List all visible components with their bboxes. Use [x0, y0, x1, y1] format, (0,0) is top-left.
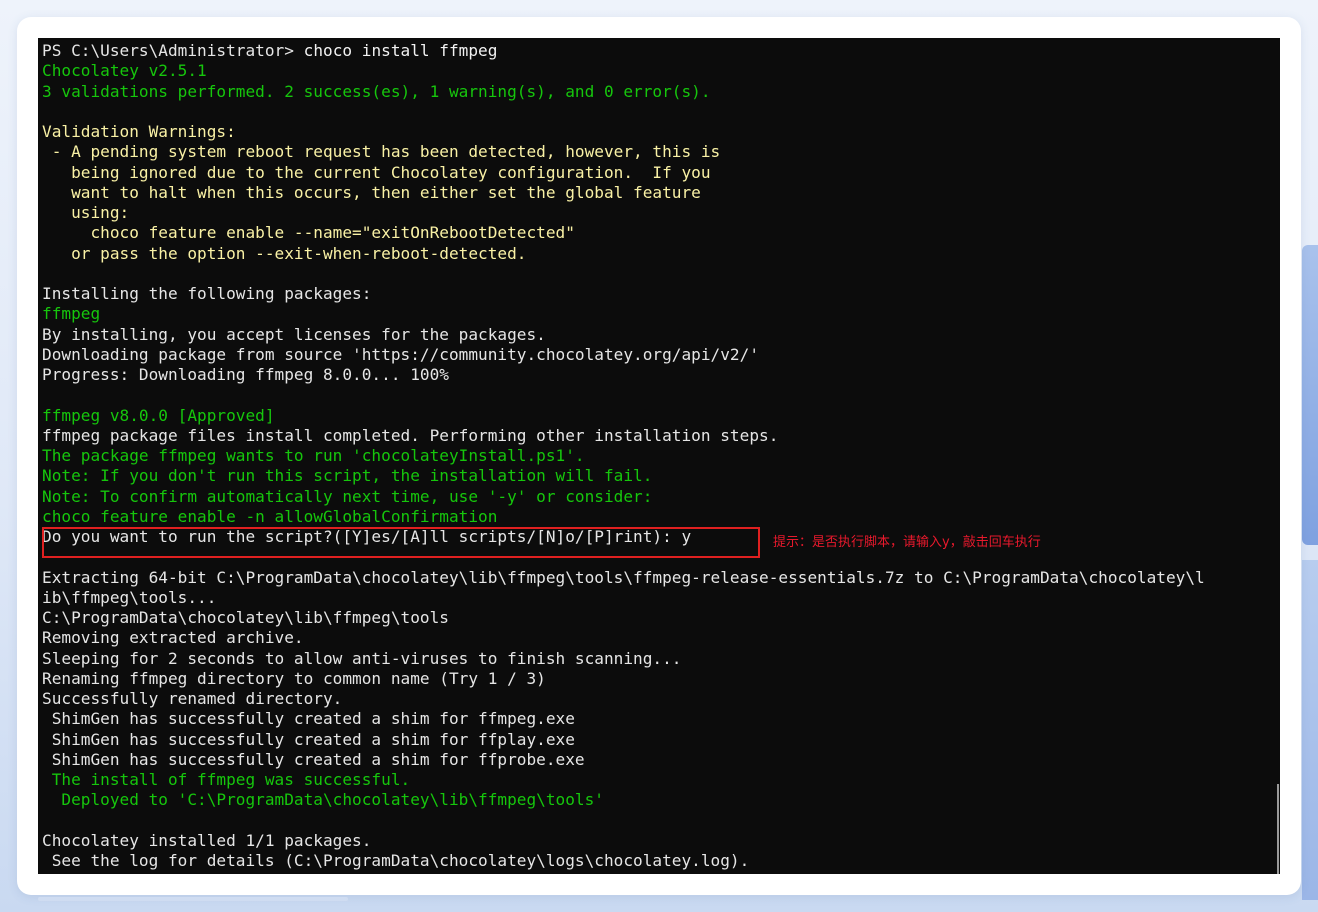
terminal-line-text: ffmpeg package files install completed. …: [42, 425, 779, 445]
terminal-command: choco install ffmpeg: [303, 41, 498, 60]
terminal-line: Chocolatey installed 1/1 packages.: [42, 831, 1272, 851]
background-accent: [1302, 245, 1318, 545]
terminal-line-text: Installing the following packages:: [42, 284, 372, 303]
terminal-line: using:: [42, 203, 1272, 223]
background-accent-lower: [1302, 560, 1318, 900]
terminal-line: Note: To confirm automatically next time…: [42, 487, 1272, 507]
terminal-line: Deployed to 'C:\ProgramData\chocolatey\l…: [42, 790, 1272, 810]
terminal-line-text: Removing extracted archive.: [42, 628, 304, 648]
horizontal-scrollbar[interactable]: [38, 897, 348, 901]
terminal-line: ShimGen has successfully created a shim …: [42, 750, 1272, 770]
terminal-line-text: or pass the option --exit-when-reboot-de…: [42, 243, 527, 263]
terminal-line: Validation Warnings:: [42, 122, 1272, 142]
terminal-line-text: C:\ProgramData\chocolatey\lib\ffmpeg\too…: [42, 608, 449, 627]
terminal-line-text: Successfully renamed directory.: [42, 689, 343, 708]
terminal-line-text: By installing, you accept licenses for t…: [42, 324, 546, 344]
terminal-line: ib\ffmpeg\tools...: [42, 588, 1272, 608]
terminal-line-text: Renaming ffmpeg directory to common name…: [42, 668, 546, 688]
terminal-line: choco feature enable -n allowGlobalConfi…: [42, 507, 1272, 527]
terminal-line: Chocolatey v2.5.1: [42, 61, 1272, 81]
terminal-output: PS C:\Users\Administrator> choco install…: [42, 41, 1272, 871]
terminal-line-text: being ignored due to the current Chocola…: [42, 162, 711, 182]
terminal-line-text: PS C:\Users\Administrator>: [42, 41, 304, 60]
terminal-line: Note: If you don't run this script, the …: [42, 466, 1272, 486]
terminal-line-text: Note: If you don't run this script, the …: [42, 466, 653, 486]
terminal-line: being ignored due to the current Chocola…: [42, 163, 1272, 183]
terminal-line-text: choco feature enable -n allowGlobalConfi…: [42, 506, 498, 526]
terminal-line: Do you want to run the script?([Y]es/[A]…: [42, 527, 1272, 547]
terminal-line: Renaming ffmpeg directory to common name…: [42, 669, 1272, 689]
powershell-terminal[interactable]: PS C:\Users\Administrator> choco install…: [38, 38, 1280, 874]
terminal-line: - A pending system reboot request has be…: [42, 142, 1272, 162]
terminal-line: PS C:\Users\Administrator> choco install…: [42, 41, 1272, 61]
terminal-line-text: Downloading package from source 'https:/…: [42, 344, 760, 364]
terminal-line: The install of ffmpeg was successful.: [42, 770, 1272, 790]
terminal-line: Successfully renamed directory.: [42, 689, 1272, 709]
terminal-scrollbar[interactable]: [1277, 784, 1279, 874]
terminal-line: want to halt when this occurs, then eith…: [42, 183, 1272, 203]
terminal-line: See the log for details (C:\ProgramData\…: [42, 851, 1272, 871]
terminal-line: The package ffmpeg wants to run 'chocola…: [42, 446, 1272, 466]
terminal-line: ShimGen has successfully created a shim …: [42, 730, 1272, 750]
terminal-line-text: See the log for details (C:\ProgramData\…: [42, 851, 750, 870]
terminal-line-text: want to halt when this occurs, then eith…: [42, 182, 701, 202]
annotation-hint: 提示：是否执行脚本，请输入y，敲击回车执行: [773, 535, 1041, 550]
terminal-line: C:\ProgramData\chocolatey\lib\ffmpeg\too…: [42, 608, 1272, 628]
terminal-line-text: Sleeping for 2 seconds to allow anti-vir…: [42, 648, 682, 668]
terminal-line-text: - A pending system reboot request has be…: [42, 142, 721, 162]
terminal-line-text: Chocolatey v2.5.1: [42, 61, 207, 81]
terminal-line-text: ffmpeg: [42, 304, 101, 324]
terminal-line-text: choco feature enable --name="exitOnReboo…: [42, 223, 575, 243]
terminal-line-text: The install of ffmpeg was successful.: [42, 770, 411, 789]
terminal-line-text: Validation Warnings:: [42, 122, 236, 141]
terminal-line-text: Note: To confirm automatically next time…: [42, 486, 653, 506]
terminal-line-text: using:: [42, 203, 130, 222]
terminal-line-text: Progress: Downloading ffmpeg 8.0.0... 10…: [42, 365, 449, 384]
terminal-line: or pass the option --exit-when-reboot-de…: [42, 244, 1272, 264]
terminal-line: By installing, you accept licenses for t…: [42, 325, 1272, 345]
terminal-line-text: Chocolatey installed 1/1 packages.: [42, 830, 372, 850]
terminal-line: Downloading package from source 'https:/…: [42, 345, 1272, 365]
terminal-line-text: ib\ffmpeg\tools...: [42, 587, 217, 607]
terminal-line: ffmpeg package files install completed. …: [42, 426, 1272, 446]
terminal-line-text: ShimGen has successfully created a shim …: [42, 749, 585, 769]
terminal-line: Extracting 64-bit C:\ProgramData\chocola…: [42, 568, 1272, 588]
terminal-line-text: ShimGen has successfully created a shim …: [42, 729, 575, 749]
terminal-line: Removing extracted archive.: [42, 628, 1272, 648]
terminal-line-text: Do you want to run the script?([Y]es/[A]…: [42, 527, 692, 546]
terminal-line: Progress: Downloading ffmpeg 8.0.0... 10…: [42, 365, 1272, 385]
terminal-line: 3 validations performed. 2 success(es), …: [42, 82, 1272, 102]
terminal-line-text: Extracting 64-bit C:\ProgramData\chocola…: [42, 567, 1205, 587]
terminal-line: Sleeping for 2 seconds to allow anti-vir…: [42, 649, 1272, 669]
terminal-line-text: The package ffmpeg wants to run 'chocola…: [42, 446, 585, 465]
terminal-line: choco feature enable --name="exitOnReboo…: [42, 223, 1272, 243]
terminal-line-text: Deployed to 'C:\ProgramData\chocolatey\l…: [42, 790, 604, 810]
terminal-line-text: ShimGen has successfully created a shim …: [42, 709, 575, 729]
terminal-line: ffmpeg: [42, 304, 1272, 324]
terminal-line-text: 3 validations performed. 2 success(es), …: [42, 81, 711, 101]
terminal-line: ffmpeg v8.0.0 [Approved]: [42, 406, 1272, 426]
terminal-line: ShimGen has successfully created a shim …: [42, 709, 1272, 729]
terminal-line: Installing the following packages:: [42, 284, 1272, 304]
terminal-line-text: ffmpeg v8.0.0 [Approved]: [42, 405, 275, 425]
